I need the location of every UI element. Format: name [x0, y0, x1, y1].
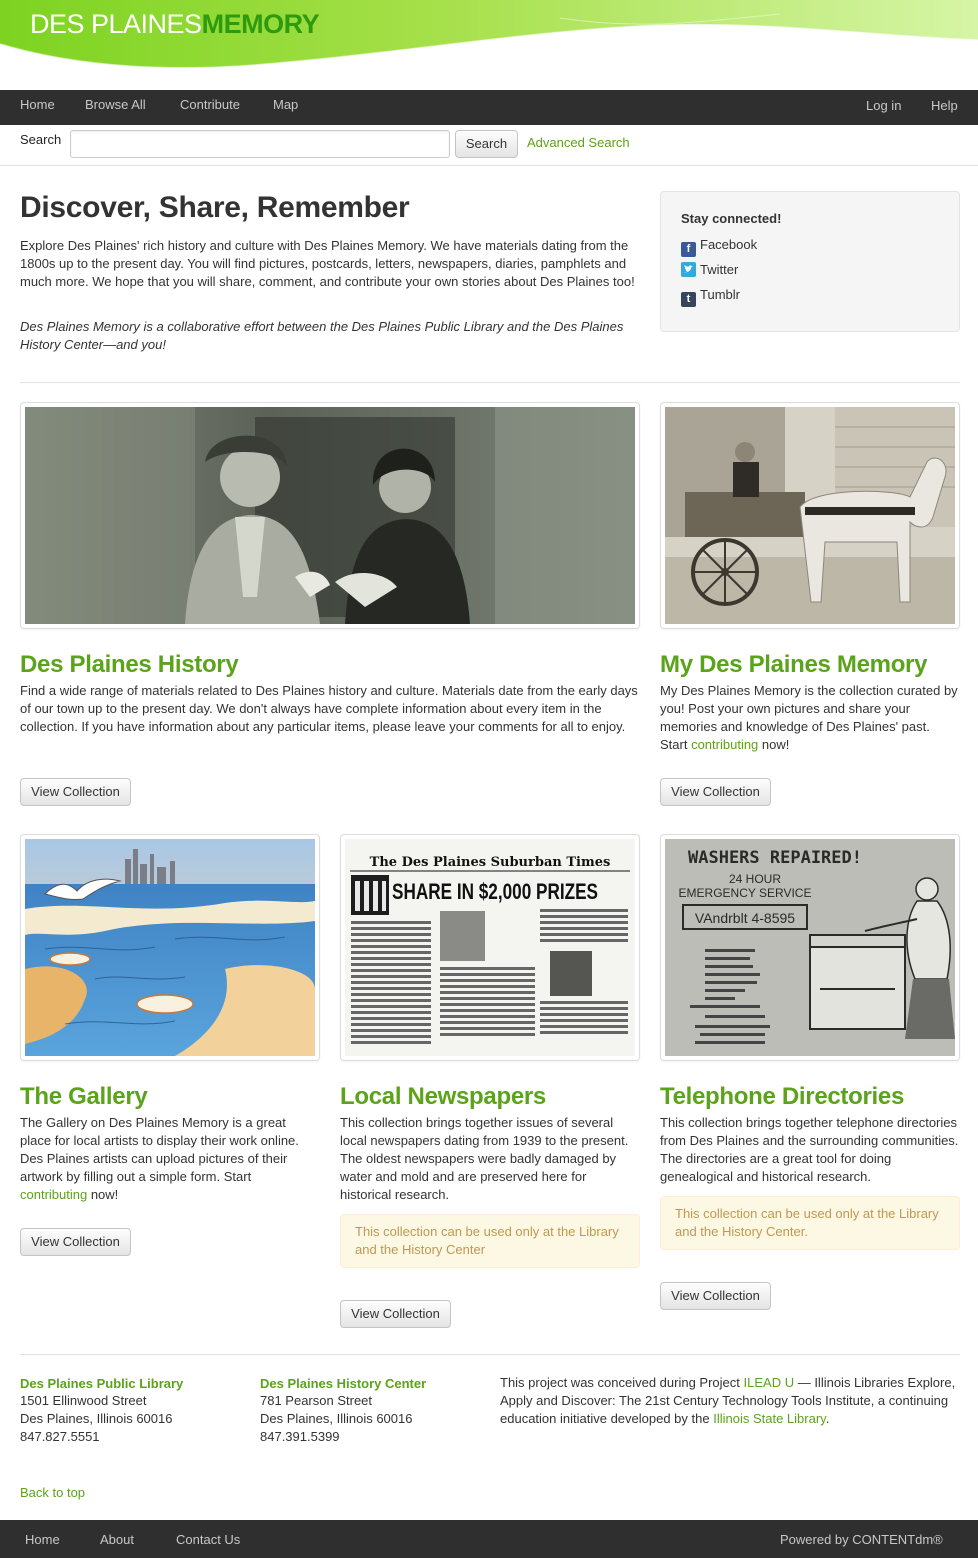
- ad-line-24-hour: 24 HOUR: [729, 872, 781, 886]
- search-button[interactable]: Search: [455, 130, 518, 158]
- gallery-desc-end: now!: [87, 1187, 119, 1202]
- nav-browse-all[interactable]: Browse All: [85, 90, 146, 125]
- history-center-phone: 847.391.5399: [260, 1429, 340, 1444]
- stay-connected-panel: Stay connected! f Facebook Twitter t Tumbl…: [660, 191, 960, 332]
- nav-home[interactable]: Home: [20, 90, 55, 125]
- directories-collection-image[interactable]: WASHERS REPAIRED! 24 HOUR EMERGENCY SERV…: [660, 834, 960, 1061]
- history-view-collection-button[interactable]: View Collection: [20, 778, 131, 806]
- collaboration-note: Des Plaines Memory is a collaborative ef…: [20, 319, 624, 352]
- tumblr-label: Tumblr: [700, 287, 740, 302]
- newspapers-collection-description: This collection brings together issues o…: [340, 1115, 629, 1202]
- footer-divider: [20, 1354, 960, 1355]
- page-title: Discover, Share, Remember: [20, 191, 410, 224]
- search-input[interactable]: [70, 130, 450, 158]
- back-to-top-link[interactable]: Back to top: [20, 1484, 85, 1502]
- history-collection-image[interactable]: [20, 402, 640, 629]
- newspapers-collection-title[interactable]: Local Newspapers: [340, 1082, 546, 1112]
- gallery-view-collection-button[interactable]: View Collection: [20, 1228, 131, 1256]
- intro-paragraph: Explore Des Plaines' rich history and cu…: [20, 238, 635, 289]
- nav-help[interactable]: Help: [931, 90, 958, 125]
- search-divider: [0, 165, 978, 166]
- horse-wagon-photo: [665, 407, 955, 624]
- lake-painting-image: [25, 839, 315, 1056]
- history-center-city: Des Plaines, Illinois 60016: [260, 1411, 413, 1426]
- tumblr-icon: t: [681, 292, 696, 307]
- project-credit: This project was conceived during Projec…: [500, 1374, 960, 1428]
- main-navbar: Home Browse All Contribute Map Log in He…: [0, 90, 978, 125]
- directories-access-notice: This collection can be used only at the …: [660, 1196, 960, 1250]
- site-logo[interactable]: DES PLAINESMEMORY: [30, 8, 320, 40]
- ilead-u-link[interactable]: ILEAD U: [744, 1375, 795, 1390]
- washer-ad-image: WASHERS REPAIRED! 24 HOUR EMERGENCY SERV…: [665, 839, 955, 1056]
- hero-divider: [20, 382, 960, 383]
- logo-text-des-plaines: DES PLAINES: [30, 9, 202, 39]
- nav-contribute[interactable]: Contribute: [180, 90, 240, 125]
- tumblr-link[interactable]: t Tumblr: [681, 286, 740, 307]
- project-credit-text: This project was conceived during Projec…: [500, 1375, 744, 1390]
- illinois-state-library-link[interactable]: Illinois State Library: [713, 1411, 825, 1426]
- advanced-search-link[interactable]: Advanced Search: [527, 134, 630, 152]
- library-name[interactable]: Des Plaines Public Library: [20, 1375, 183, 1393]
- my-memory-view-collection-button[interactable]: View Collection: [660, 778, 771, 806]
- newspapers-collection-image[interactable]: The Des Plaines Suburban Times SHARE IN …: [340, 834, 640, 1061]
- footer-about-link[interactable]: About: [100, 1520, 134, 1558]
- my-memory-collection-description: My Des Plaines Memory is the collection …: [660, 682, 960, 754]
- facebook-link[interactable]: f Facebook: [681, 236, 757, 257]
- gallery-desc-text: The Gallery on Des Plaines Memory is a g…: [20, 1115, 299, 1184]
- newspaper-masthead: The Des Plaines Suburban Times: [370, 855, 611, 870]
- facebook-icon: f: [681, 242, 696, 257]
- two-women-photo: [25, 407, 635, 624]
- gallery-collection-image[interactable]: [20, 834, 320, 1061]
- header-banner: DES PLAINESMEMORY: [0, 0, 978, 90]
- history-collection-description: Find a wide range of materials related t…: [20, 683, 638, 734]
- ad-phone-number: VAndrblt 4-8595: [695, 910, 795, 926]
- footer-contact-us-link[interactable]: Contact Us: [176, 1520, 240, 1558]
- my-memory-collection-title[interactable]: My Des Plaines Memory: [660, 650, 927, 680]
- twitter-link[interactable]: Twitter: [681, 261, 738, 279]
- facebook-label: Facebook: [700, 237, 758, 252]
- library-phone: 847.827.5551: [20, 1429, 100, 1444]
- gallery-collection-title[interactable]: The Gallery: [20, 1082, 148, 1112]
- logo-text-memory: MEMORY: [201, 9, 320, 39]
- directories-view-collection-button[interactable]: View Collection: [660, 1282, 771, 1310]
- my-memory-collection-image[interactable]: [660, 402, 960, 629]
- ad-headline: WASHERS REPAIRED!: [688, 848, 862, 868]
- stay-connected-title: Stay connected!: [681, 211, 782, 226]
- ad-line-emergency: EMERGENCY SERVICE: [679, 886, 812, 900]
- history-collection-title[interactable]: Des Plaines History: [20, 650, 239, 680]
- gallery-contributing-link[interactable]: contributing: [20, 1187, 87, 1202]
- search-label: Search: [20, 132, 62, 147]
- twitter-icon: [681, 262, 696, 277]
- newspaper-headline: SHARE IN $2,000 PRIZES: [392, 879, 598, 904]
- powered-by-contentdm-link[interactable]: Powered by CONTENTdm®: [780, 1520, 943, 1558]
- nav-log-in[interactable]: Log in: [866, 90, 901, 125]
- library-street: 1501 Ellinwood Street: [20, 1393, 147, 1408]
- my-memory-desc-end: now!: [758, 737, 790, 752]
- footer-home-link[interactable]: Home: [25, 1520, 60, 1558]
- library-city: Des Plaines, Illinois 60016: [20, 1411, 173, 1426]
- project-credit-end: .: [825, 1411, 830, 1426]
- footer-bar: Home About Contact Us Powered by CONTENT…: [0, 1520, 978, 1558]
- twitter-label: Twitter: [700, 262, 739, 277]
- my-memory-contributing-link[interactable]: contributing: [691, 737, 758, 752]
- gallery-collection-description: The Gallery on Des Plaines Memory is a g…: [20, 1114, 320, 1204]
- newspapers-view-collection-button[interactable]: View Collection: [340, 1300, 451, 1328]
- directories-collection-title[interactable]: Telephone Directories: [660, 1082, 904, 1112]
- history-center-street: 781 Pearson Street: [260, 1393, 373, 1408]
- history-center-name[interactable]: Des Plaines History Center: [260, 1375, 426, 1393]
- nav-map[interactable]: Map: [273, 90, 298, 125]
- newspapers-access-notice: This collection can be used only at the …: [340, 1214, 640, 1268]
- newspaper-front-page-image: The Des Plaines Suburban Times SHARE IN …: [345, 839, 635, 1056]
- directories-collection-description: This collection brings together telephon…: [660, 1115, 959, 1184]
